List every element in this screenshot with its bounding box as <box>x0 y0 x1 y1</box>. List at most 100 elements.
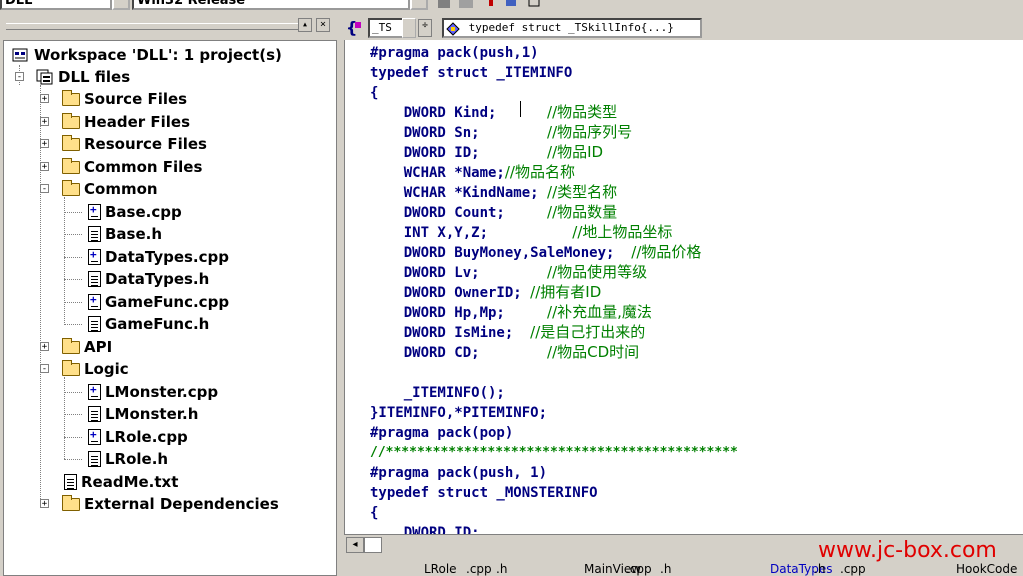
pane-maximize-button[interactable]: ▴ <box>298 18 312 32</box>
folder-icon <box>62 157 80 174</box>
code-editor[interactable]: #pragma pack(push,1) typedef struct _ITEM… <box>344 40 1023 534</box>
scroll-thumb[interactable] <box>364 537 382 553</box>
code-text: { <box>370 85 379 101</box>
folder-expand-toggle[interactable]: + <box>40 139 49 149</box>
tree-item[interactable]: LRole.h <box>86 449 168 469</box>
folder-expand-toggle[interactable]: - <box>40 184 49 194</box>
folder-expand-toggle[interactable]: + <box>40 161 49 171</box>
header-file-icon <box>88 316 101 332</box>
pane-grip[interactable] <box>6 23 306 30</box>
tree-connector <box>64 197 65 323</box>
header-file-icon <box>88 451 101 467</box>
workspace-icon <box>12 47 30 63</box>
code-text: DWORD ID; <box>370 525 480 534</box>
folder-expand-toggle[interactable]: + <box>40 116 49 126</box>
code-line: DWORD BuyMoney,SaleMoney; //物品价格 <box>370 242 702 262</box>
tree-item[interactable]: GameFunc.h <box>86 314 209 334</box>
code-line: DWORD Sn; //物品序列号 <box>370 122 632 142</box>
folder-expand-toggle[interactable]: + <box>40 94 49 104</box>
file-tab[interactable]: .cpp <box>626 561 652 576</box>
tree-connector <box>64 436 82 438</box>
config-combo-dropdown-button[interactable] <box>410 0 428 10</box>
code-text: DWORD OwnerID; <box>370 285 531 301</box>
tree-item[interactable]: Resource Files <box>62 134 207 154</box>
tree-item[interactable]: LRole.cpp <box>86 427 188 447</box>
class-wizard-icon[interactable]: { <box>346 18 362 37</box>
folder-expand-toggle[interactable]: - <box>40 364 49 374</box>
code-comment: //地上物品坐标 <box>572 223 673 241</box>
code-line: DWORD Count; //物品数量 <box>370 202 617 222</box>
code-text: typedef struct _ITEMINFO <box>370 65 573 81</box>
code-line: typedef struct _ITEMINFO <box>370 62 572 82</box>
tree-item[interactable]: API <box>62 337 112 357</box>
code-comment: //是自己打出来的 <box>530 323 646 341</box>
pane-close-button[interactable]: × <box>316 18 330 32</box>
code-comment: //物品CD时间 <box>547 343 640 361</box>
project-node[interactable]: DLL files <box>36 67 130 87</box>
workspace-root[interactable]: Workspace 'DLL': 1 project(s) <box>12 45 282 65</box>
tree-item-label: DataTypes.cpp <box>105 247 229 266</box>
tree-item-label: GameFunc.cpp <box>105 292 230 311</box>
file-tab[interactable]: .h <box>660 561 671 576</box>
tree-item[interactable]: Base.cpp <box>86 202 182 222</box>
tree-item[interactable]: GameFunc.cpp <box>86 292 229 312</box>
compile-icon[interactable] <box>458 0 474 10</box>
code-text: #pragma pack(push,1) <box>370 45 539 61</box>
code-text: typedef struct _MONSTERINFO <box>370 485 598 501</box>
code-text: DWORD Count; <box>370 205 548 221</box>
file-tab[interactable]: HookCode <box>956 561 1017 576</box>
tree-item[interactable]: ReadMe.txt <box>62 472 178 492</box>
spin-button[interactable]: ÷ <box>418 19 432 37</box>
code-text: DWORD ID; <box>370 145 548 161</box>
code-line: typedef struct _MONSTERINFO <box>370 482 598 502</box>
file-tab[interactable]: .h <box>496 561 507 576</box>
code-line: _ITEMINFO(); <box>370 382 505 402</box>
scroll-left-button[interactable]: ◂ <box>346 537 364 553</box>
tree-connector <box>40 85 41 505</box>
tree-item[interactable]: Base.h <box>86 224 162 244</box>
tree-item[interactable]: External Dependencies <box>62 494 279 514</box>
tree-item-label: LRole.h <box>105 450 169 468</box>
code-line: DWORD Lv; //物品使用等级 <box>370 262 647 282</box>
project-combo[interactable]: DLL <box>0 0 112 10</box>
tree-item[interactable]: Header Files <box>62 112 190 132</box>
stop-build-icon[interactable] <box>484 0 500 10</box>
tree-item[interactable]: LMonster.h <box>86 404 198 424</box>
breakpoint-icon[interactable] <box>526 0 542 10</box>
build-icon[interactable] <box>436 0 452 10</box>
member-combo[interactable]: typedef struct _TSkillInfo{...} <box>442 18 702 38</box>
folder-expand-toggle[interactable]: + <box>40 341 49 351</box>
struct-icon <box>446 22 462 36</box>
folder-expand-toggle[interactable]: + <box>40 499 49 509</box>
execute-icon[interactable] <box>504 0 520 10</box>
code-line: WCHAR *KindName; //类型名称 <box>370 182 617 202</box>
code-comment: //物品使用等级 <box>547 263 648 281</box>
tree-item[interactable]: DataTypes.cpp <box>86 247 229 267</box>
tree-item[interactable]: Common <box>62 179 158 199</box>
project-combo-dropdown-button[interactable] <box>112 0 130 10</box>
code-text: _ITEMINFO(); <box>370 385 505 401</box>
tree-item[interactable]: LMonster.cpp <box>86 382 218 402</box>
file-tab[interactable]: .cpp <box>840 561 866 576</box>
code-line: }ITEMINFO,*PITEMINFO; <box>370 402 547 422</box>
tree-item[interactable]: DataTypes.h <box>86 269 209 289</box>
file-tab[interactable]: LRole <box>424 561 457 576</box>
tree-item-label: LRole.cpp <box>105 427 188 446</box>
folder-icon <box>62 337 80 354</box>
class-combo-dropdown-button[interactable] <box>402 18 416 38</box>
config-combo[interactable]: Win32 Release <box>132 0 410 10</box>
tree-connector <box>64 324 82 325</box>
tree-item-label: DataTypes.h <box>105 270 210 288</box>
code-text: }ITEMINFO,*PITEMINFO; <box>370 405 548 421</box>
header-file-icon <box>88 406 101 422</box>
file-tab[interactable]: .cpp <box>466 561 492 576</box>
folder-icon <box>62 180 80 196</box>
tree-item[interactable]: Common Files <box>62 157 202 177</box>
code-comment: //物品价格 <box>631 243 702 261</box>
tree-item[interactable]: Source Files <box>62 89 187 109</box>
code-text: DWORD IsMine; <box>370 325 531 341</box>
file-tab[interactable]: .h <box>814 561 825 576</box>
tree-item[interactable]: Logic <box>62 359 129 379</box>
code-text: WCHAR *Name; <box>370 165 505 181</box>
project-collapse-toggle[interactable]: - <box>15 72 24 82</box>
